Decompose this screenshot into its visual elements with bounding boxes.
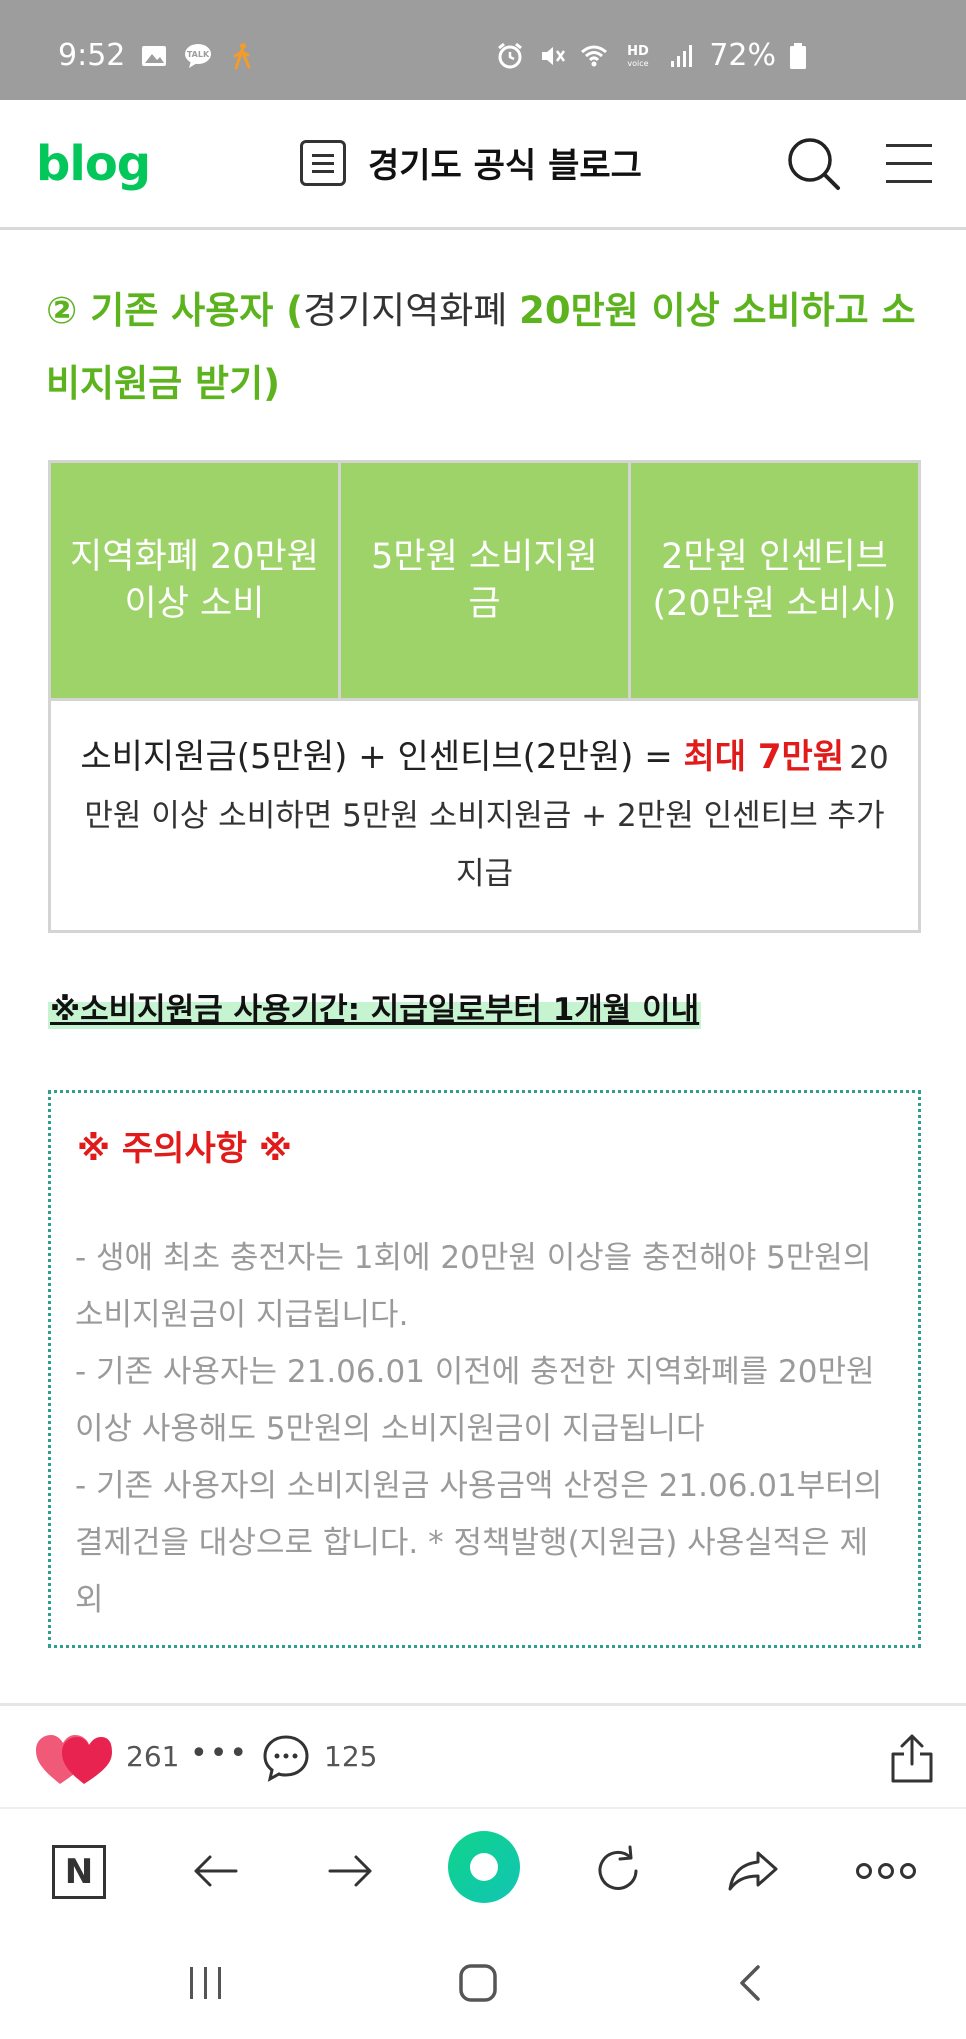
status-right: HD voice 72% xyxy=(495,38,808,73)
naver-home-icon[interactable]: N xyxy=(52,1845,106,1899)
refresh-icon[interactable] xyxy=(586,1839,650,1903)
list-icon[interactable] xyxy=(300,139,346,186)
section-heading: ② 기존 사용자 (경기지역화폐 20만원 이상 소비하고 소비지원금 받기) xyxy=(46,274,926,420)
signal-icon xyxy=(671,44,693,67)
back-nav-icon[interactable] xyxy=(732,1961,768,2005)
system-nav xyxy=(0,1931,966,2039)
share-icon[interactable] xyxy=(890,1732,934,1784)
wifi-icon xyxy=(581,45,608,66)
hd-voice-icon: HD voice xyxy=(627,44,649,68)
table-header-cell: 2만원 인센티브 (20만원 소비시) xyxy=(627,460,922,701)
table-body-row: 소비지원금(5만원) + 인센티브(2만원) = 최대 7만원 20만원 이상 … xyxy=(48,698,921,933)
app-header: blog 경기도 공식 블로그 xyxy=(0,100,966,230)
comment-count[interactable]: 125 xyxy=(324,1740,377,1773)
notice-title: ※ 주의사항 ※ xyxy=(77,1129,292,1169)
like-count[interactable]: 261 xyxy=(126,1740,179,1773)
menu-icon[interactable] xyxy=(886,140,934,188)
heading-part1: ② 기존 사용자 ( xyxy=(46,289,304,332)
table-header-cell: 5만원 소비지원금 xyxy=(337,460,631,701)
alarm-icon xyxy=(498,42,523,68)
mute-icon xyxy=(542,46,566,65)
talk-icon: TALK xyxy=(185,43,212,68)
share-arrow-icon[interactable] xyxy=(722,1839,786,1903)
back-arrow-icon[interactable] xyxy=(184,1839,248,1903)
reaction-bar: 261 ••• 125 xyxy=(0,1703,966,1807)
more-options-icon[interactable] xyxy=(854,1839,918,1903)
recent-apps-icon[interactable] xyxy=(186,1961,226,2005)
table-body-main: 소비지원금(5만원) + 인센티브(2만원) = 최대 7만원 xyxy=(80,737,844,777)
forward-arrow-icon[interactable] xyxy=(318,1839,382,1903)
like-heart-icon[interactable] xyxy=(36,1734,112,1786)
blog-title[interactable]: 경기도 공식 블로그 xyxy=(368,138,642,187)
body-main-text: 소비지원금(5만원) + 인센티브(2만원) = xyxy=(80,737,684,777)
svg-text:voice: voice xyxy=(628,59,649,68)
blog-logo[interactable]: blog xyxy=(36,136,151,192)
notice-box: ※ 주의사항 ※ - 생애 최초 충전자는 1회에 20만원 이상을 충전해야 … xyxy=(48,1090,921,1648)
battery-icon xyxy=(790,42,806,69)
image-icon xyxy=(142,45,167,66)
walking-icon xyxy=(233,42,251,69)
blog-title-wrap[interactable]: 경기도 공식 블로그 xyxy=(300,138,642,187)
more-dots[interactable]: ••• xyxy=(190,1736,249,1771)
green-dot-icon[interactable] xyxy=(448,1831,520,1903)
search-icon[interactable] xyxy=(784,134,844,194)
notice-line: - 기존 사용자의 소비지원금 사용금액 산정은 21.06.01부터의 결제건… xyxy=(75,1468,883,1618)
home-icon[interactable] xyxy=(458,1961,498,2005)
period-note: ※소비지원금 사용기간: 지급일로부터 1개월 이내 xyxy=(48,984,702,1029)
comment-icon[interactable] xyxy=(262,1734,310,1782)
svg-text:TALK: TALK xyxy=(187,50,210,59)
table-header-cell: 지역화폐 20만원 이상 소비 xyxy=(48,460,341,701)
notice-lines: - 생애 최초 충전자는 1회에 20만원 이상을 충전해야 5만원의 소비지원… xyxy=(75,1230,894,1629)
info-table: 지역화폐 20만원 이상 소비 5만원 소비지원금 2만원 인센티브 (20만원… xyxy=(48,460,922,933)
body-highlight: 최대 7만원 xyxy=(683,737,845,777)
status-left: 9:52 TALK xyxy=(58,38,257,73)
table-body-cell: 소비지원금(5만원) + 인센티브(2만원) = 최대 7만원 20만원 이상 … xyxy=(48,698,921,933)
battery-percent: 72% xyxy=(709,38,776,73)
heading-part2: 경기지역화폐 xyxy=(303,289,520,332)
table-header-row: 지역화폐 20만원 이상 소비 5만원 소비지원금 2만원 인센티브 (20만원… xyxy=(48,460,922,701)
browser-nav: N xyxy=(0,1807,966,1931)
notice-line: - 기존 사용자는 21.06.01 이전에 충전한 지역화폐를 20만원 이상… xyxy=(75,1354,875,1447)
status-bar: 9:52 TALK HD voice 72% xyxy=(0,0,966,100)
status-time: 9:52 xyxy=(58,38,126,73)
notice-line: - 생애 최초 충전자는 1회에 20만원 이상을 충전해야 5만원의 소비지원… xyxy=(75,1240,872,1333)
svg-text:HD: HD xyxy=(627,44,649,59)
